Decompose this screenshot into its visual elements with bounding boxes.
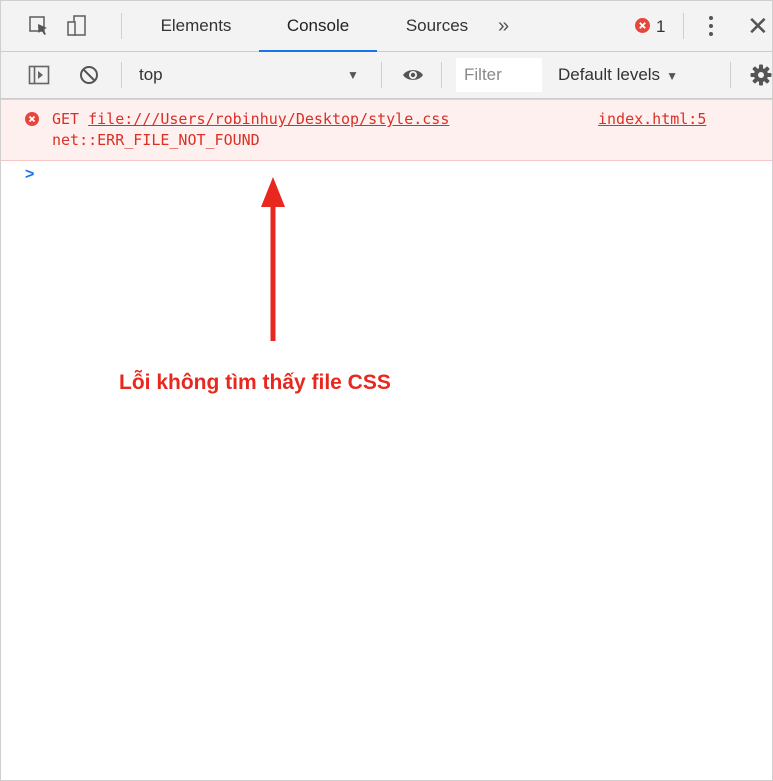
- gear-icon[interactable]: [749, 63, 772, 87]
- dropdown-arrow-icon: ▼: [347, 68, 359, 82]
- annotation-label: Lỗi không tìm thấy file CSS: [119, 371, 391, 394]
- error-count: 1: [656, 17, 666, 36]
- more-options-icon[interactable]: [707, 15, 715, 37]
- devtools-tab-bar: Elements Console Sources » 1 ✕: [1, 1, 772, 52]
- show-sidebar-icon[interactable]: [27, 63, 51, 87]
- toolbar-divider: [381, 62, 382, 88]
- source-location-link[interactable]: index.html:5: [598, 110, 706, 128]
- toolbar-divider: [121, 62, 122, 88]
- console-prompt-icon: >: [25, 166, 35, 183]
- log-levels-label: Default levels: [558, 65, 661, 84]
- error-request-line: GET file:///Users/robinhuy/Desktop/style…: [52, 110, 449, 128]
- tab-elements[interactable]: Elements: [149, 1, 243, 51]
- inspect-element-icon[interactable]: [27, 14, 51, 38]
- context-selector[interactable]: top ▼: [123, 52, 373, 98]
- close-icon[interactable]: ✕: [747, 13, 769, 39]
- device-toolbar-icon[interactable]: [65, 14, 89, 38]
- annotation-arrow: [261, 177, 285, 341]
- live-expression-eye-icon[interactable]: [401, 63, 425, 87]
- filter-input[interactable]: [456, 58, 542, 92]
- console-input[interactable]: [49, 161, 749, 185]
- error-icon: [25, 112, 39, 126]
- console-error-message: GET file:///Users/robinhuy/Desktop/style…: [1, 99, 772, 161]
- tab-console[interactable]: Console: [259, 1, 377, 52]
- toolbar-divider: [683, 13, 684, 39]
- toolbar-divider: [441, 62, 442, 88]
- error-detail: net::ERR_FILE_NOT_FOUND: [52, 131, 260, 149]
- context-label: top: [139, 65, 163, 84]
- console-toolbar: top ▼ Default levels ▼: [1, 52, 772, 99]
- toolbar-divider: [730, 62, 731, 88]
- toolbar-divider: [121, 13, 122, 39]
- devtools-window: Elements Console Sources » 1 ✕ top ▼ Fil…: [0, 0, 773, 781]
- request-method: GET: [52, 110, 80, 128]
- log-levels-dropdown[interactable]: Default levels ▼: [558, 65, 678, 85]
- tab-sources[interactable]: Sources: [395, 1, 479, 51]
- error-icon: [635, 18, 650, 33]
- clear-console-icon[interactable]: [77, 63, 101, 87]
- more-tabs-button[interactable]: »: [498, 1, 509, 51]
- request-url-link[interactable]: file:///Users/robinhuy/Desktop/style.css: [88, 110, 449, 128]
- dropdown-arrow-icon: ▼: [666, 69, 678, 83]
